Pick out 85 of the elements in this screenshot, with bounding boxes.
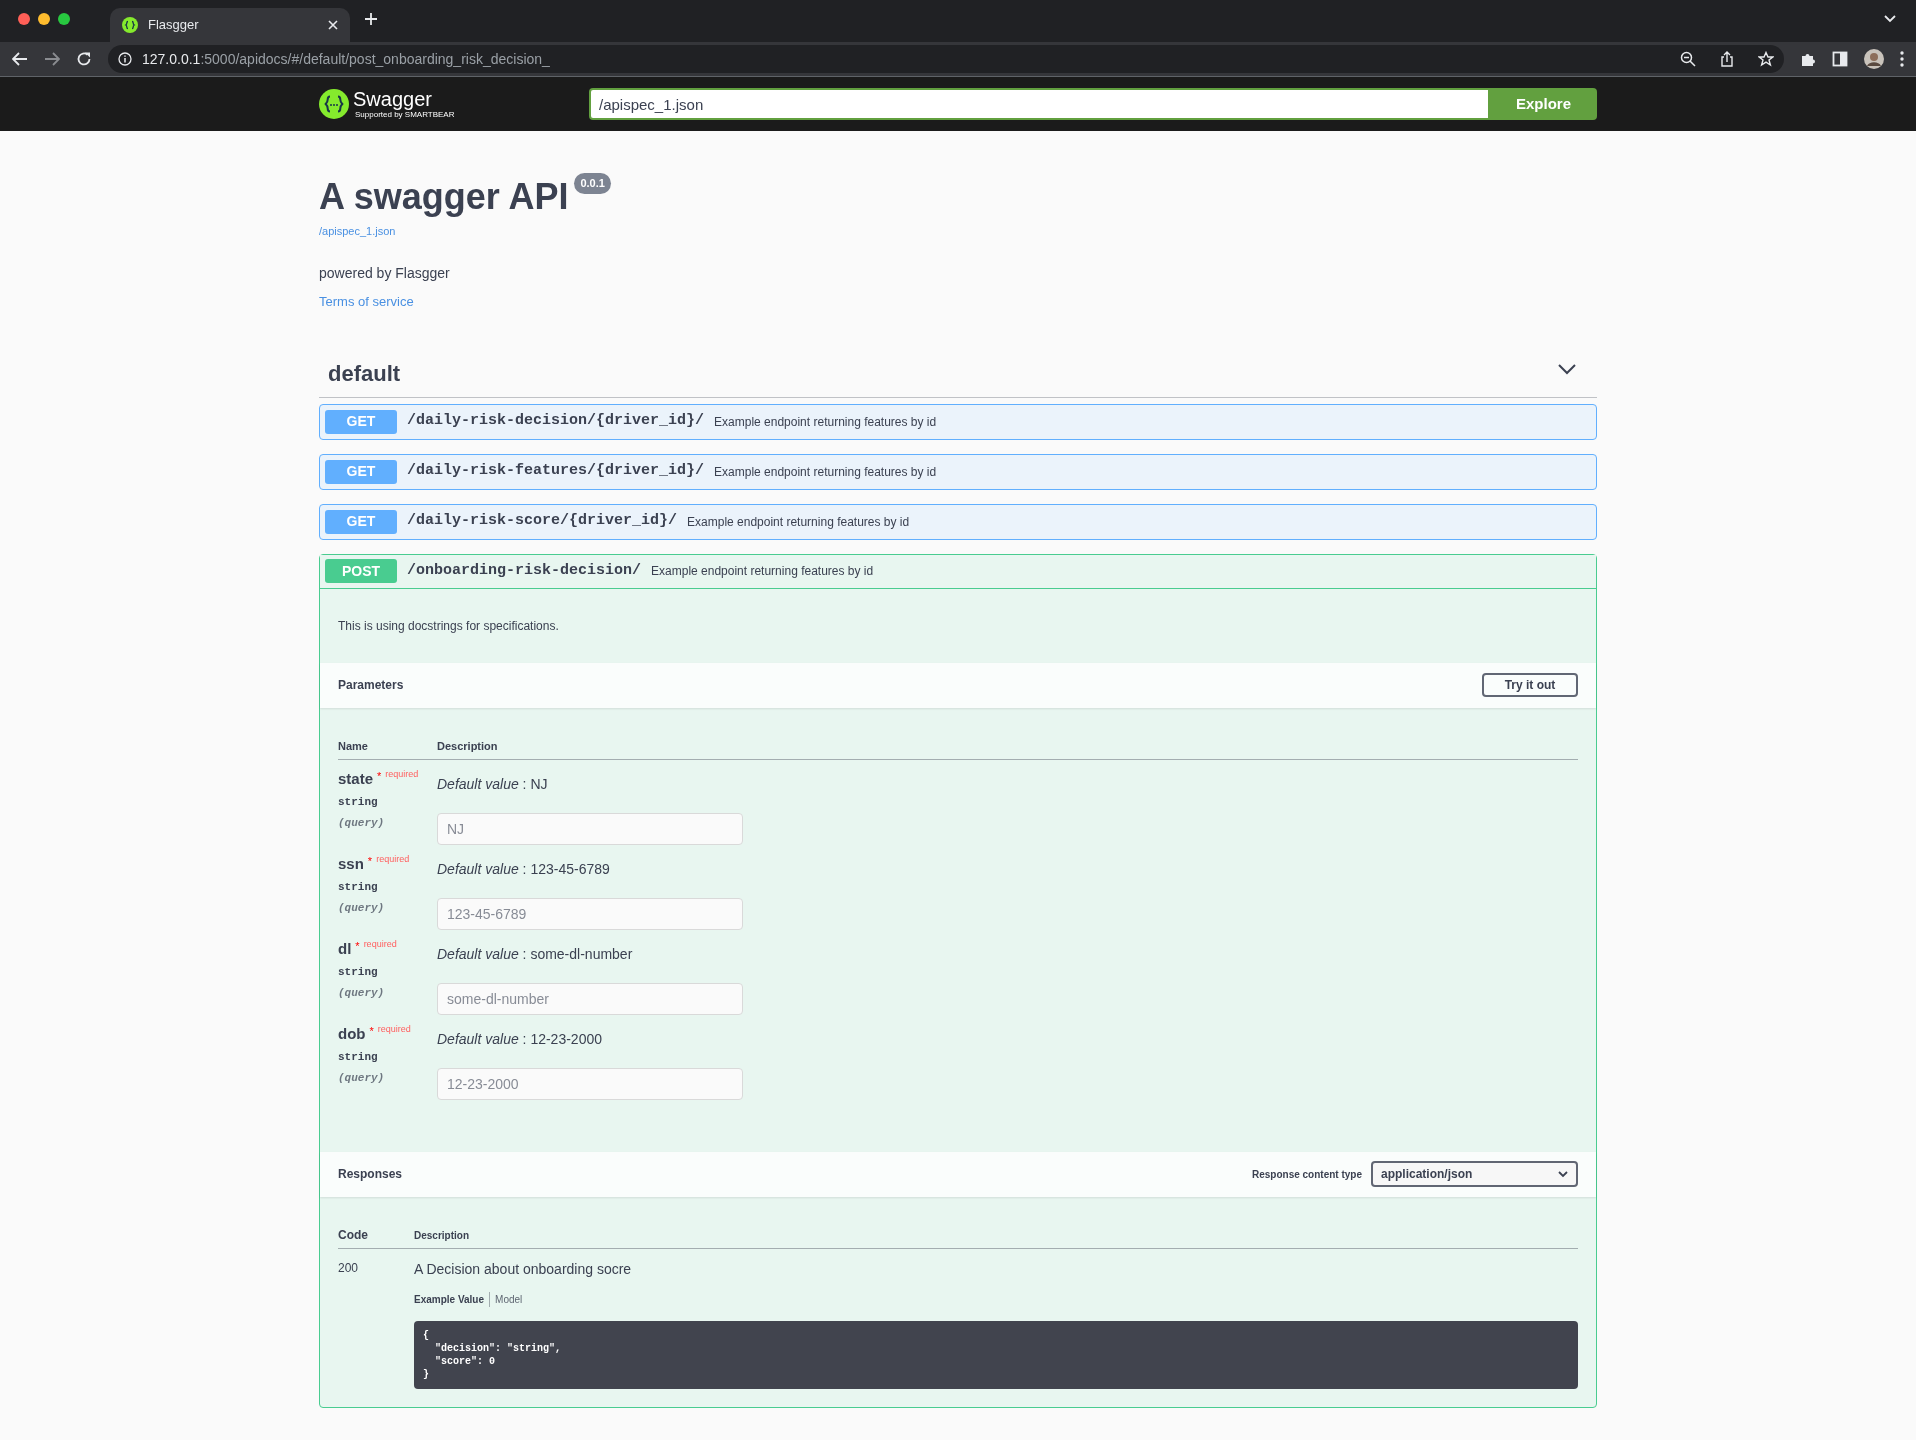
parameter-input[interactable]: 12-23-2000: [437, 1067, 743, 1100]
swagger-logo[interactable]: Swagger Supported by SMARTBEAR: [319, 89, 589, 119]
required-label: required: [377, 1022, 411, 1036]
braces-logo-icon: [319, 89, 349, 119]
operation-description: This is using docstrings for specifications.: [337, 617, 560, 635]
parameter-location: (query): [338, 815, 385, 831]
avatar-icon[interactable]: [1864, 49, 1884, 69]
endpoint-summary: Example endpoint returning features by id: [714, 413, 937, 431]
section-header[interactable]: default: [319, 349, 1597, 398]
forward-arrow-icon[interactable]: [44, 52, 60, 66]
api-title: A swagger API: [319, 177, 569, 217]
parameter-type: string: [338, 1050, 378, 1066]
chevron-down-icon: [1558, 1170, 1568, 1178]
braces-logo-icon: [122, 17, 138, 33]
default-value-text: Default value : 12-23-2000: [437, 1029, 602, 1049]
chevron-down-icon[interactable]: [1558, 363, 1576, 376]
plus-icon[interactable]: [364, 12, 378, 26]
responses-heading: Responses: [338, 1166, 403, 1184]
parameter-type: string: [338, 795, 378, 811]
version-badge: 0.0.1: [574, 173, 611, 194]
endpoint-summary: Example endpoint returning features by id: [687, 513, 910, 531]
window-control-icon[interactable]: [18, 13, 30, 25]
endpoint-summary: Example endpoint returning features by id: [714, 463, 937, 481]
default-value-text: Default value : some-dl-number: [437, 944, 633, 964]
required-asterisk: *: [369, 1023, 374, 1039]
example-tab[interactable]: Model: [489, 1291, 528, 1307]
parameter-input[interactable]: NJ: [437, 812, 743, 845]
default-value-text: Default value : NJ: [437, 774, 548, 794]
spec-url-field[interactable]: /apispec_1.json: [589, 88, 1490, 120]
column-header: Description: [437, 738, 498, 754]
content-type-label: Response content type: [1251, 1167, 1362, 1182]
parameter-input[interactable]: 123-45-6789: [437, 897, 743, 930]
parameter-name: ssn: [338, 853, 364, 874]
method-badge: POST: [325, 559, 397, 584]
required-asterisk: *: [377, 768, 382, 784]
endpoint-path[interactable]: /onboarding-risk-decision/: [407, 559, 642, 583]
api-description: powered by Flasgger: [319, 264, 450, 284]
parameter-type: string: [338, 880, 378, 896]
address-bar[interactable]: 127.0.0.1:5000/apidocs/#/default/post_onboarding_risk_decision_: [108, 45, 1784, 73]
default-value-text: Default value : 123-45-6789: [437, 859, 610, 879]
endpoint-path[interactable]: /daily-risk-score/{driver_id}/: [407, 510, 678, 533]
column-header: Code: [338, 1227, 369, 1245]
parameter-location: (query): [338, 985, 385, 1001]
close-icon[interactable]: [328, 20, 338, 30]
required-label: required: [363, 937, 397, 951]
parameters-heading: Parameters: [338, 677, 404, 695]
column-header: Name: [338, 738, 369, 754]
try-it-out-button[interactable]: Try it out: [1482, 673, 1578, 698]
browser-tab[interactable]: Flasgger: [110, 8, 350, 42]
parameter-name: dl: [338, 938, 352, 959]
content-type-select[interactable]: application/json: [1371, 1161, 1578, 1188]
example-tab[interactable]: Example Value: [414, 1291, 490, 1307]
required-label: required: [376, 852, 410, 866]
response-description: A Decision about onboarding socre: [414, 1259, 632, 1279]
required-asterisk: *: [355, 938, 360, 954]
parameter-location: (query): [338, 900, 385, 916]
endpoint-summary: Example endpoint returning features by id: [651, 563, 874, 581]
example-code-block: { "decision": "string", "score": 0 }: [414, 1320, 1578, 1389]
parameter-type: string: [338, 965, 378, 981]
required-asterisk: *: [367, 853, 373, 869]
method-badge: GET: [325, 509, 397, 534]
method-badge: GET: [325, 409, 397, 434]
sidebar-icon[interactable]: [1832, 51, 1848, 67]
info-icon: [118, 52, 132, 66]
tab-title: Flasgger: [148, 16, 200, 35]
more-menu-icon[interactable]: [1900, 51, 1904, 67]
endpoint-path[interactable]: /daily-risk-decision/{driver_id}/: [407, 410, 705, 433]
required-label: required: [385, 767, 419, 781]
endpoint-path[interactable]: /daily-risk-features/{driver_id}/: [407, 460, 705, 483]
parameter-name: dob: [338, 1023, 366, 1044]
star-icon[interactable]: [1758, 51, 1774, 67]
zoom-out-icon[interactable]: [1680, 51, 1696, 67]
window-control-icon[interactable]: [58, 13, 70, 25]
puzzle-icon[interactable]: [1800, 51, 1816, 67]
back-arrow-icon[interactable]: [12, 52, 28, 66]
response-code: 200: [338, 1259, 360, 1277]
parameter-location: (query): [338, 1070, 385, 1086]
parameter-name: state: [338, 768, 374, 789]
window-control-icon[interactable]: [38, 13, 50, 25]
reload-icon[interactable]: [76, 51, 92, 67]
url-text: 127.0.0.1:5000/apidocs/#/default/post_onboarding_risk_decision_: [142, 49, 550, 69]
method-badge: GET: [325, 459, 397, 484]
column-header: Description: [414, 1228, 469, 1243]
parameter-input[interactable]: some-dl-number: [437, 982, 743, 1015]
share-icon[interactable]: [1720, 51, 1734, 67]
